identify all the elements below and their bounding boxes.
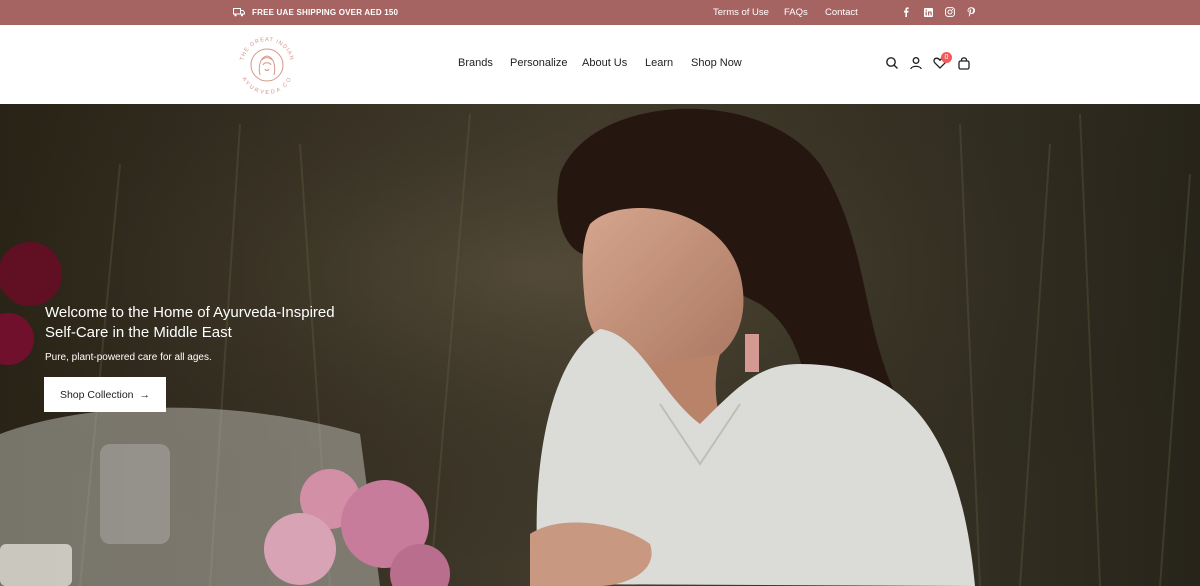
hero-subtitle: Pure, plant-powered care for all ages. (45, 352, 212, 363)
shipping-text: FREE UAE SHIPPING OVER AED 150 (252, 8, 399, 17)
shipping-notice: FREE UAE SHIPPING OVER AED 150 (233, 0, 398, 25)
facebook-icon[interactable] (900, 5, 912, 19)
cta-label: Shop Collection (59, 388, 134, 401)
hero-title: Welcome to the Home of Ayurveda-Inspired… (45, 304, 335, 341)
svg-text:AYURVEDA CO: AYURVEDA CO (241, 76, 294, 96)
nav-learn[interactable]: Learn (645, 57, 673, 69)
truck-icon (233, 8, 245, 17)
announcement-bar: FREE UAE SHIPPING OVER AED 150 Terms of … (0, 0, 1200, 25)
search-icon[interactable] (885, 56, 899, 70)
nav-brands[interactable]: Brands (458, 57, 493, 69)
nav-about-us[interactable]: About Us (582, 57, 627, 69)
nav-personalize[interactable]: Personalize (510, 57, 567, 69)
logo-text-bottom: AYURVEDA CO (241, 76, 293, 96)
wishlist-count-badge: 0 (941, 52, 952, 63)
cart-icon[interactable] (957, 56, 971, 70)
faqs-link[interactable]: FAQs (784, 7, 808, 18)
hero-image (0, 104, 1200, 586)
pinterest-icon[interactable] (965, 5, 977, 19)
terms-link[interactable]: Terms of Use (713, 7, 769, 18)
nav-shop-now[interactable]: Shop Now (691, 57, 742, 69)
shop-collection-button[interactable]: Shop Collection → (44, 377, 166, 412)
instagram-icon[interactable] (944, 5, 956, 19)
hero-banner: Welcome to the Home of Ayurveda-Inspired… (0, 104, 1200, 586)
account-icon[interactable] (909, 56, 923, 70)
arrow-right-icon: → (139, 388, 151, 401)
brand-logo[interactable]: THE GREAT INDIAN AYURVEDA CO (233, 31, 301, 99)
contact-link[interactable]: Contact (825, 7, 858, 18)
site-header: THE GREAT INDIAN AYURVEDA CO Brands Pers… (0, 25, 1200, 104)
linkedin-icon[interactable] (922, 5, 934, 19)
